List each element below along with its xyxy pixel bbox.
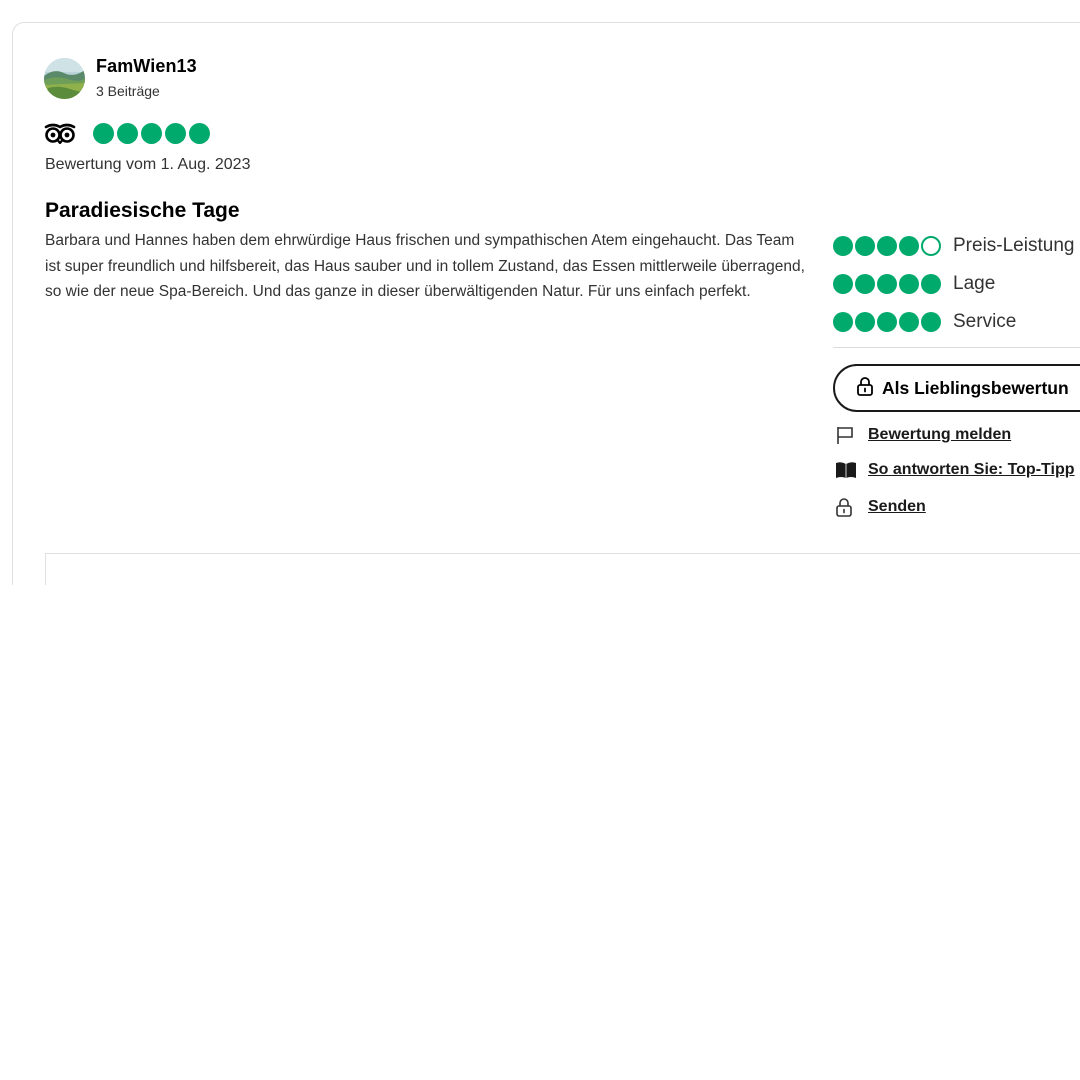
flag-icon (835, 425, 857, 445)
landscape-avatar-icon (44, 58, 85, 99)
filled-rating-bubble (877, 312, 897, 332)
send-row[interactable]: Senden (835, 497, 926, 517)
sub-rating-row: Service (833, 303, 1074, 341)
filled-rating-bubble (855, 312, 875, 332)
sub-rating-bubbles (833, 236, 941, 256)
owner-response-box (45, 553, 1080, 585)
review-card: FamWien13 3 Beiträge Bewertung vom 1. Au… (12, 22, 1080, 585)
filled-rating-bubble (833, 312, 853, 332)
filled-rating-bubble (117, 123, 138, 144)
filled-rating-bubble (141, 123, 162, 144)
filled-rating-bubble (93, 123, 114, 144)
lock-icon (835, 497, 857, 517)
lock-icon (856, 376, 874, 401)
review-text: Barbara und Hannes haben dem ehrwürdige … (45, 232, 805, 300)
sub-rating-label: Lage (953, 273, 996, 294)
user-name[interactable]: FamWien13 (96, 56, 197, 77)
favorite-review-button[interactable]: Als Lieblingsbewertun (833, 364, 1080, 412)
review-rating-bubbles (93, 123, 210, 144)
favorite-review-label: Als Lieblingsbewertun (882, 377, 1069, 398)
review-title[interactable]: Paradiesische Tage (45, 199, 240, 223)
filled-rating-bubble (877, 236, 897, 256)
tripadvisor-owl-icon (44, 122, 76, 149)
filled-rating-bubble (165, 123, 186, 144)
filled-rating-bubble (899, 236, 919, 256)
sub-rating-row: Lage (833, 265, 1074, 303)
filled-rating-bubble (833, 236, 853, 256)
report-review-link[interactable]: Bewertung melden (868, 426, 1011, 444)
sub-ratings: Preis-Leistung Lage Service (833, 227, 1074, 341)
filled-rating-bubble (877, 274, 897, 294)
book-icon (835, 461, 857, 479)
filled-rating-bubble (921, 274, 941, 294)
empty-rating-bubble (921, 236, 941, 256)
sub-rating-label: Service (953, 311, 1017, 332)
sub-rating-bubbles (833, 274, 941, 294)
filled-rating-bubble (189, 123, 210, 144)
sub-rating-label: Preis-Leistung (953, 235, 1075, 256)
divider (833, 347, 1080, 348)
sub-rating-bubbles (833, 312, 941, 332)
filled-rating-bubble (899, 274, 919, 294)
filled-rating-bubble (833, 274, 853, 294)
reply-tips-link[interactable]: So antworten Sie: Top-Tipp (868, 461, 1075, 479)
send-link[interactable]: Senden (868, 498, 926, 516)
sub-rating-row: Preis-Leistung (833, 227, 1074, 265)
report-review-row[interactable]: Bewertung melden (835, 425, 1011, 445)
filled-rating-bubble (855, 236, 875, 256)
reply-tips-row[interactable]: So antworten Sie: Top-Tipp (835, 461, 1075, 479)
filled-rating-bubble (921, 312, 941, 332)
filled-rating-bubble (855, 274, 875, 294)
user-contributions: 3 Beiträge (96, 83, 160, 99)
filled-rating-bubble (899, 312, 919, 332)
user-avatar[interactable] (44, 58, 85, 99)
review-date: Bewertung vom 1. Aug. 2023 (45, 156, 251, 173)
